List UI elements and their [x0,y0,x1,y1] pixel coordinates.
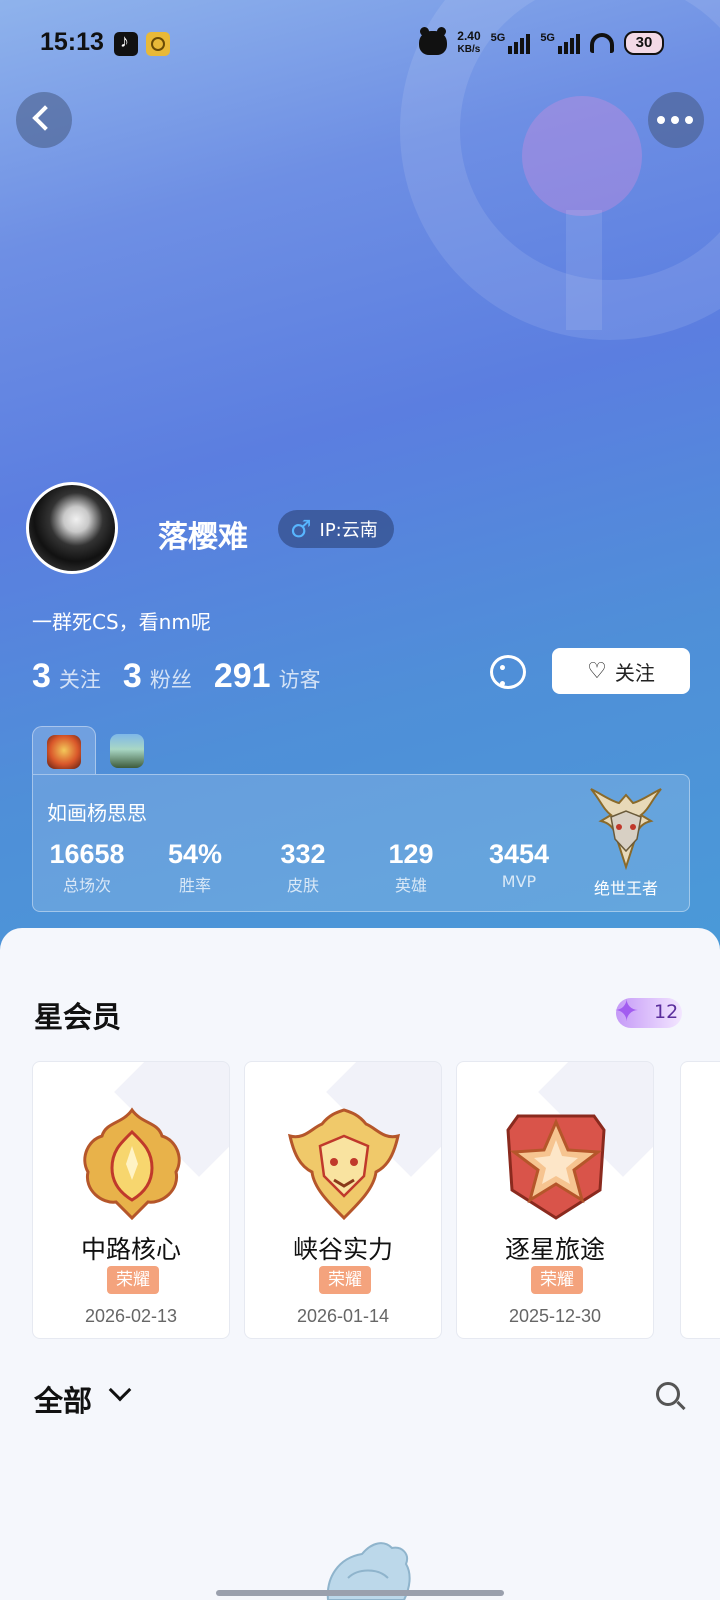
medal-card[interactable]: 峡谷实力 荣耀 2026-01-14 [244,1061,442,1339]
visitors-label[interactable]: 访客 [279,664,321,694]
signal-5g-1: 5G [491,32,531,54]
decorative-dot [522,96,642,216]
stat-label: 英雄 [394,876,427,895]
game-character-name: 如画杨思思 [47,801,147,825]
back-button[interactable] [16,92,72,148]
rank-emblem-icon [590,788,662,871]
membership-level: 12 [654,1001,679,1023]
follow-button[interactable]: ♡ 关注 [552,648,690,694]
tiktok-app-icon [114,31,138,56]
star-spark-icon: ✦ [614,994,640,1029]
status-bar: 15:13 2.40 KB/s 5G 5G 30 [0,26,720,66]
medal-tag: 荣耀 [319,1266,371,1294]
following-label[interactable]: 关注 [59,664,101,694]
star-journey-medal-icon [506,1114,606,1220]
follow-button-label: 关注 [614,660,655,685]
stat-value: 332 [280,839,326,869]
network-speed: 2.40 KB/s [457,30,480,56]
bear-app-icon [419,27,448,55]
search-icon[interactable] [656,1382,686,1411]
stat-win-rate: 54% 胜率 [141,839,249,896]
heart-icon: ♡ [587,658,607,684]
signal-5g-label: 5G [540,32,555,44]
mid-lane-medal-icon [83,1107,181,1221]
medal-name: 中路核心 [80,1235,181,1264]
canyon-strength-medal-icon [287,1108,401,1221]
honor-of-kings-game-icon [47,735,81,769]
username: 落樱难 [158,520,248,555]
medal-name: 逐星旅途 [504,1235,605,1264]
ip-location-text: IP:云南 [319,520,378,541]
medal-card[interactable]: 中路核心 荣耀 2026-02-13 [32,1061,230,1339]
stat-value: 54% [167,839,223,869]
more-options-button[interactable] [648,92,704,148]
filter-dropdown[interactable]: 全部 [34,1378,92,1420]
notification-app-icon [146,32,170,56]
rank-label: 绝世王者 [593,879,658,898]
wifi-icon [590,33,614,53]
medal-date: 2026-02-13 [84,1306,178,1326]
game-stats-row: 16658 总场次 54% 胜率 332 皮肤 129 英雄 3454 MVP [33,839,573,896]
stat-value: 16658 [49,839,125,869]
stat-total-matches: 16658 总场次 [33,839,141,896]
tab-second-game[interactable] [96,726,160,774]
profile-bio: 一群死CS，看nm呢 [32,610,211,634]
stat-label: MVP [501,872,537,891]
membership-level-badge[interactable]: ✦ 12 [614,994,682,1029]
decorative-stem [566,210,602,330]
visitors-count[interactable]: 291 [214,657,271,696]
second-game-icon [110,734,144,768]
following-count[interactable]: 3 [32,657,51,696]
status-time: 15:13 [40,28,104,56]
stat-mvp: 3454 MVP [465,839,573,896]
battery-indicator: 30 [624,31,664,55]
avatar[interactable] [26,482,118,574]
stat-label: 胜率 [178,876,211,895]
stat-value: 129 [388,839,434,869]
medal-tag: 荣耀 [531,1266,583,1294]
medal-date: 2026-01-14 [296,1306,390,1326]
game-stats-panel[interactable]: 如画杨思思 16658 总场次 54% 胜率 332 皮肤 129 英雄 345… [32,774,690,912]
medal-name: 峡谷实力 [292,1235,393,1264]
male-icon: ♂ [290,515,312,543]
social-stats: 3 关注 3 粉丝 291 访客 [32,657,343,696]
stat-value: 3454 [488,839,550,869]
tab-honor-of-kings[interactable] [32,726,96,774]
signal-bars-icon [508,32,531,54]
network-speed-unit: KB/s [457,44,481,55]
status-indicators: 2.40 KB/s 5G 5G 30 [419,27,664,56]
fans-label[interactable]: 粉丝 [150,664,192,694]
stat-skins: 332 皮肤 [249,839,357,896]
medal-date: 2025-12-30 [508,1306,602,1326]
stat-label: 皮肤 [286,876,319,895]
stat-heroes: 129 英雄 [357,839,465,896]
medal-tag: 荣耀 [107,1266,159,1294]
signal-5g-label: 5G [490,32,506,44]
more-dots-icon [657,116,693,124]
stat-label: 总场次 [62,876,111,895]
ip-location-badge: ♂ IP:云南 [278,510,394,548]
fans-count[interactable]: 3 [123,657,142,696]
signal-bars-icon [558,32,580,54]
home-indicator[interactable] [216,1590,504,1596]
medal-card[interactable]: 逐星旅途 荣耀 2025-12-30 [456,1061,654,1339]
medal-card-partial[interactable] [680,1061,720,1339]
chat-bubble-icon[interactable] [490,655,526,693]
signal-5g-2: 5G [540,32,580,54]
membership-title: 星会员 [34,1000,122,1034]
network-speed-value: 2.40 [457,29,481,43]
chevron-left-icon [32,105,58,131]
